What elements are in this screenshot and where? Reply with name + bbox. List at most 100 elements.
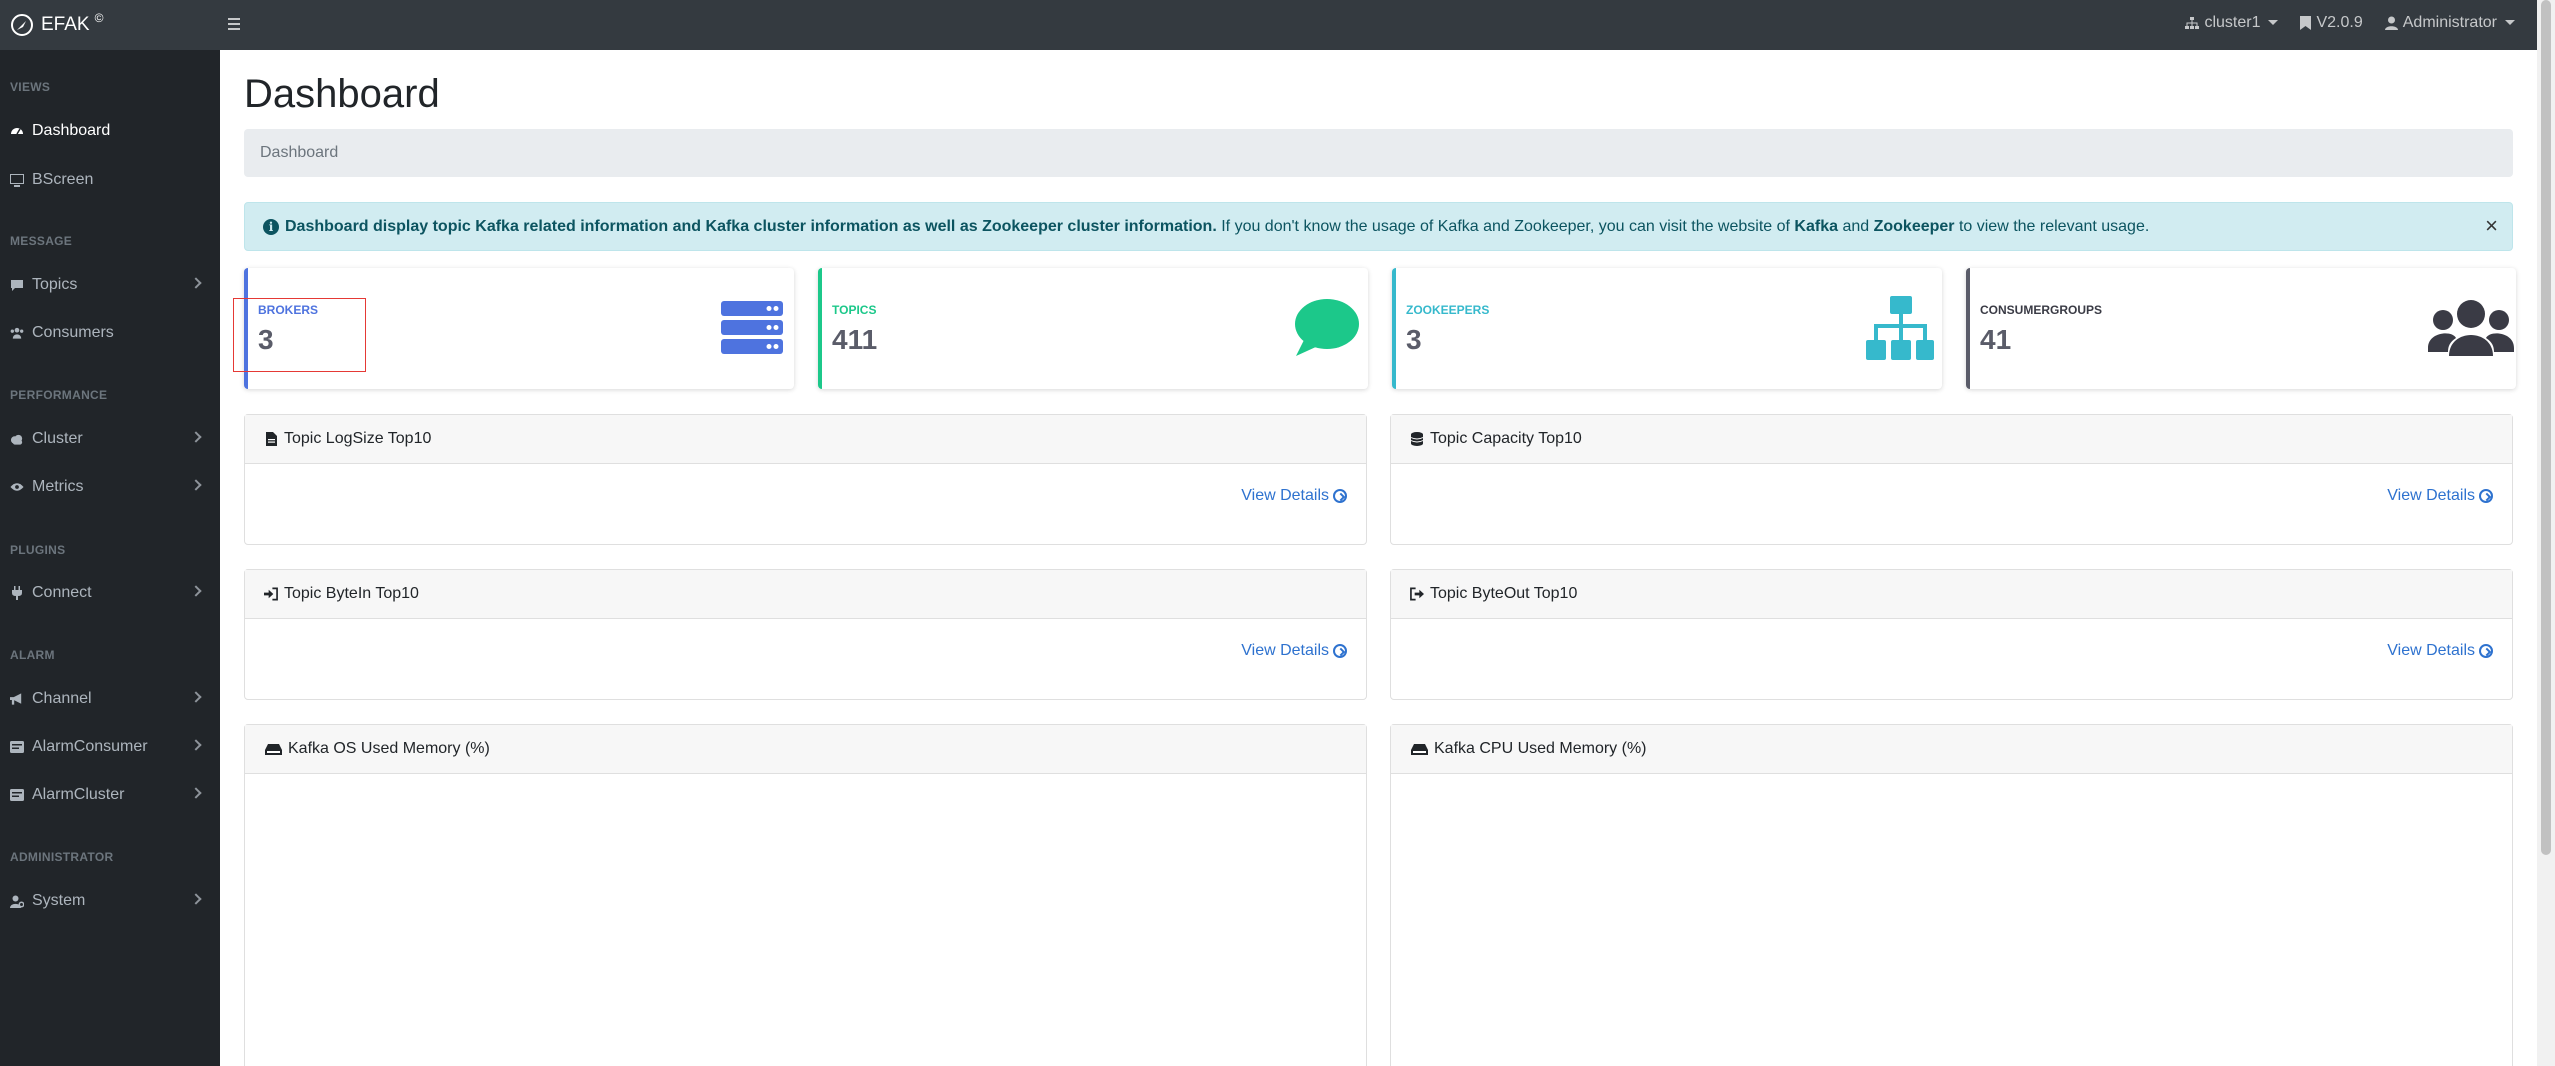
sidebar-item-label: BScreen: [32, 171, 94, 188]
panel-title: Topic ByteIn Top10: [284, 585, 419, 602]
sidebar-item-topics[interactable]: Topics: [0, 270, 220, 300]
dashboard-icon: [10, 124, 24, 138]
panel-header: Topic LogSize Top10: [245, 415, 1366, 464]
chevron-right-icon: [190, 431, 202, 443]
sidebar-item-dashboard[interactable]: Dashboard: [0, 116, 220, 146]
sidebar-heading-administrator: ADMINISTRATOR: [10, 850, 114, 864]
close-icon[interactable]: ×: [2485, 215, 2498, 237]
user-cog-icon: [10, 894, 24, 908]
panel-title: Topic ByteOut Top10: [1430, 585, 1578, 602]
zookeeper-link[interactable]: Zookeeper: [1874, 218, 1955, 235]
card-label: TOPICS: [832, 303, 877, 317]
chevron-right-icon: [190, 585, 202, 597]
sidebar-item-alarmconsumer[interactable]: AlarmConsumer: [0, 732, 220, 762]
plug-icon: [10, 586, 24, 600]
sidebar-item-label: Topics: [32, 276, 78, 293]
topic-bytein-panel: Topic ByteIn Top10 View Details: [244, 569, 1367, 700]
topics-icon: [10, 278, 24, 292]
sidebar-item-consumers[interactable]: Consumers: [0, 318, 220, 348]
chevron-down-icon: [2268, 20, 2279, 25]
chevron-right-icon: [190, 277, 202, 289]
panel-header: Kafka CPU Used Memory (%): [1391, 725, 2512, 774]
card-value: 41: [1980, 324, 2012, 355]
arrow-circle-right-icon: [2479, 489, 2493, 503]
consumergroups-card[interactable]: CONSUMERGROUPS 41: [1966, 268, 2516, 389]
breadcrumb-item[interactable]: Dashboard: [260, 144, 338, 162]
monitor-icon: [10, 173, 24, 187]
alert-bold-text: Dashboard display topic Kafka related in…: [285, 217, 1217, 235]
sidebar-item-bscreen[interactable]: BScreen: [0, 165, 220, 195]
file-icon: [264, 432, 278, 446]
view-details-link[interactable]: View Details: [1241, 642, 1347, 660]
kafka-link[interactable]: Kafka: [1794, 218, 1838, 235]
version-link[interactable]: V2.0.9: [2300, 14, 2363, 32]
sidebar-heading-performance: PERFORMANCE: [10, 388, 108, 402]
scrollbar-thumb[interactable]: [2541, 0, 2551, 855]
chevron-down-icon: [2505, 20, 2515, 25]
alarm-consumer-icon: [10, 740, 24, 754]
chevron-right-icon: [190, 691, 202, 703]
sidebar-item-label: Connect: [32, 584, 92, 601]
user-dropdown[interactable]: Administrator: [2384, 13, 2515, 32]
bookmark-icon: [2300, 15, 2312, 30]
sidebar-toggle-icon[interactable]: [228, 12, 242, 36]
cluster-label: cluster1: [2204, 13, 2261, 31]
card-label: ZOOKEEPERS: [1406, 303, 1490, 317]
user-label: Administrator: [2402, 13, 2497, 31]
eye-icon: [10, 480, 24, 494]
sidebar-item-label: Dashboard: [32, 122, 111, 139]
alert-and-text: and: [1838, 217, 1874, 235]
chevron-right-icon: [190, 787, 202, 799]
main-content: Dashboard Dashboard i Dashboard display …: [220, 50, 2535, 1066]
users-icon: [2428, 300, 2514, 356]
topic-capacity-panel: Topic Capacity Top10 View Details: [1390, 414, 2513, 545]
top-navbar: EFAK © cluster1 V2.0.9 Administrator: [0, 0, 2555, 50]
sidebar-item-connect[interactable]: Connect: [0, 578, 220, 608]
arrow-circle-right-icon: [1333, 644, 1347, 658]
panel-header: Topic Capacity Top10: [1391, 415, 2512, 464]
arrow-circle-right-icon: [2479, 644, 2493, 658]
link-label: View Details: [1241, 642, 1329, 659]
sidebar-item-label: System: [32, 892, 86, 909]
sidebar: VIEWS Dashboard BScreen MESSAGE Topics C…: [0, 50, 220, 1066]
sitemap-icon: [2185, 16, 2200, 29]
users-icon: [10, 326, 24, 340]
view-details-link[interactable]: View Details: [2387, 487, 2493, 505]
brand-name: EFAK: [41, 14, 90, 35]
cloud-icon: [10, 432, 24, 446]
sidebar-item-label: AlarmConsumer: [32, 738, 148, 755]
sidebar-item-system[interactable]: System: [0, 886, 220, 916]
sidebar-item-cluster[interactable]: Cluster: [0, 424, 220, 454]
sidebar-item-alarmcluster[interactable]: AlarmCluster: [0, 780, 220, 810]
alert-text: Dashboard display topic Kafka related in…: [285, 218, 2149, 236]
sidebar-item-metrics[interactable]: Metrics: [0, 472, 220, 502]
hdd-icon: [264, 742, 282, 756]
alert-tail-text: to view the relevant usage.: [1954, 217, 2150, 235]
server-icon: [721, 301, 783, 354]
sidebar-item-label: Consumers: [32, 324, 114, 341]
chevron-right-icon: [190, 893, 202, 905]
sidebar-heading-message: MESSAGE: [10, 234, 73, 248]
panel-header: Topic ByteOut Top10: [1391, 570, 2512, 619]
panel-header: Topic ByteIn Top10: [245, 570, 1366, 619]
cluster-dropdown[interactable]: cluster1: [2185, 13, 2279, 32]
topics-card[interactable]: TOPICS 411: [818, 268, 1368, 389]
page-title: Dashboard: [244, 72, 440, 116]
topic-logsize-panel: Topic LogSize Top10 View Details: [244, 414, 1367, 545]
zookeepers-card[interactable]: ZOOKEEPERS 3: [1392, 268, 1942, 389]
sitemap-icon: [1866, 296, 1934, 360]
bullhorn-icon: [10, 692, 24, 706]
view-details-link[interactable]: View Details: [1241, 487, 1347, 505]
sign-out-icon: [1410, 587, 1424, 601]
page-scrollbar[interactable]: [2537, 0, 2555, 1066]
efak-logo-icon: [11, 14, 33, 36]
card-value: 3: [1406, 324, 1422, 355]
highlight-box: [233, 298, 366, 372]
sidebar-item-channel[interactable]: Channel: [0, 684, 220, 714]
panel-title: Kafka CPU Used Memory (%): [1434, 740, 1647, 757]
view-details-link[interactable]: View Details: [2387, 642, 2493, 660]
panel-header: Kafka OS Used Memory (%): [245, 725, 1366, 774]
brand[interactable]: EFAK ©: [10, 0, 103, 50]
arrow-circle-right-icon: [1333, 489, 1347, 503]
link-label: View Details: [2387, 487, 2475, 504]
